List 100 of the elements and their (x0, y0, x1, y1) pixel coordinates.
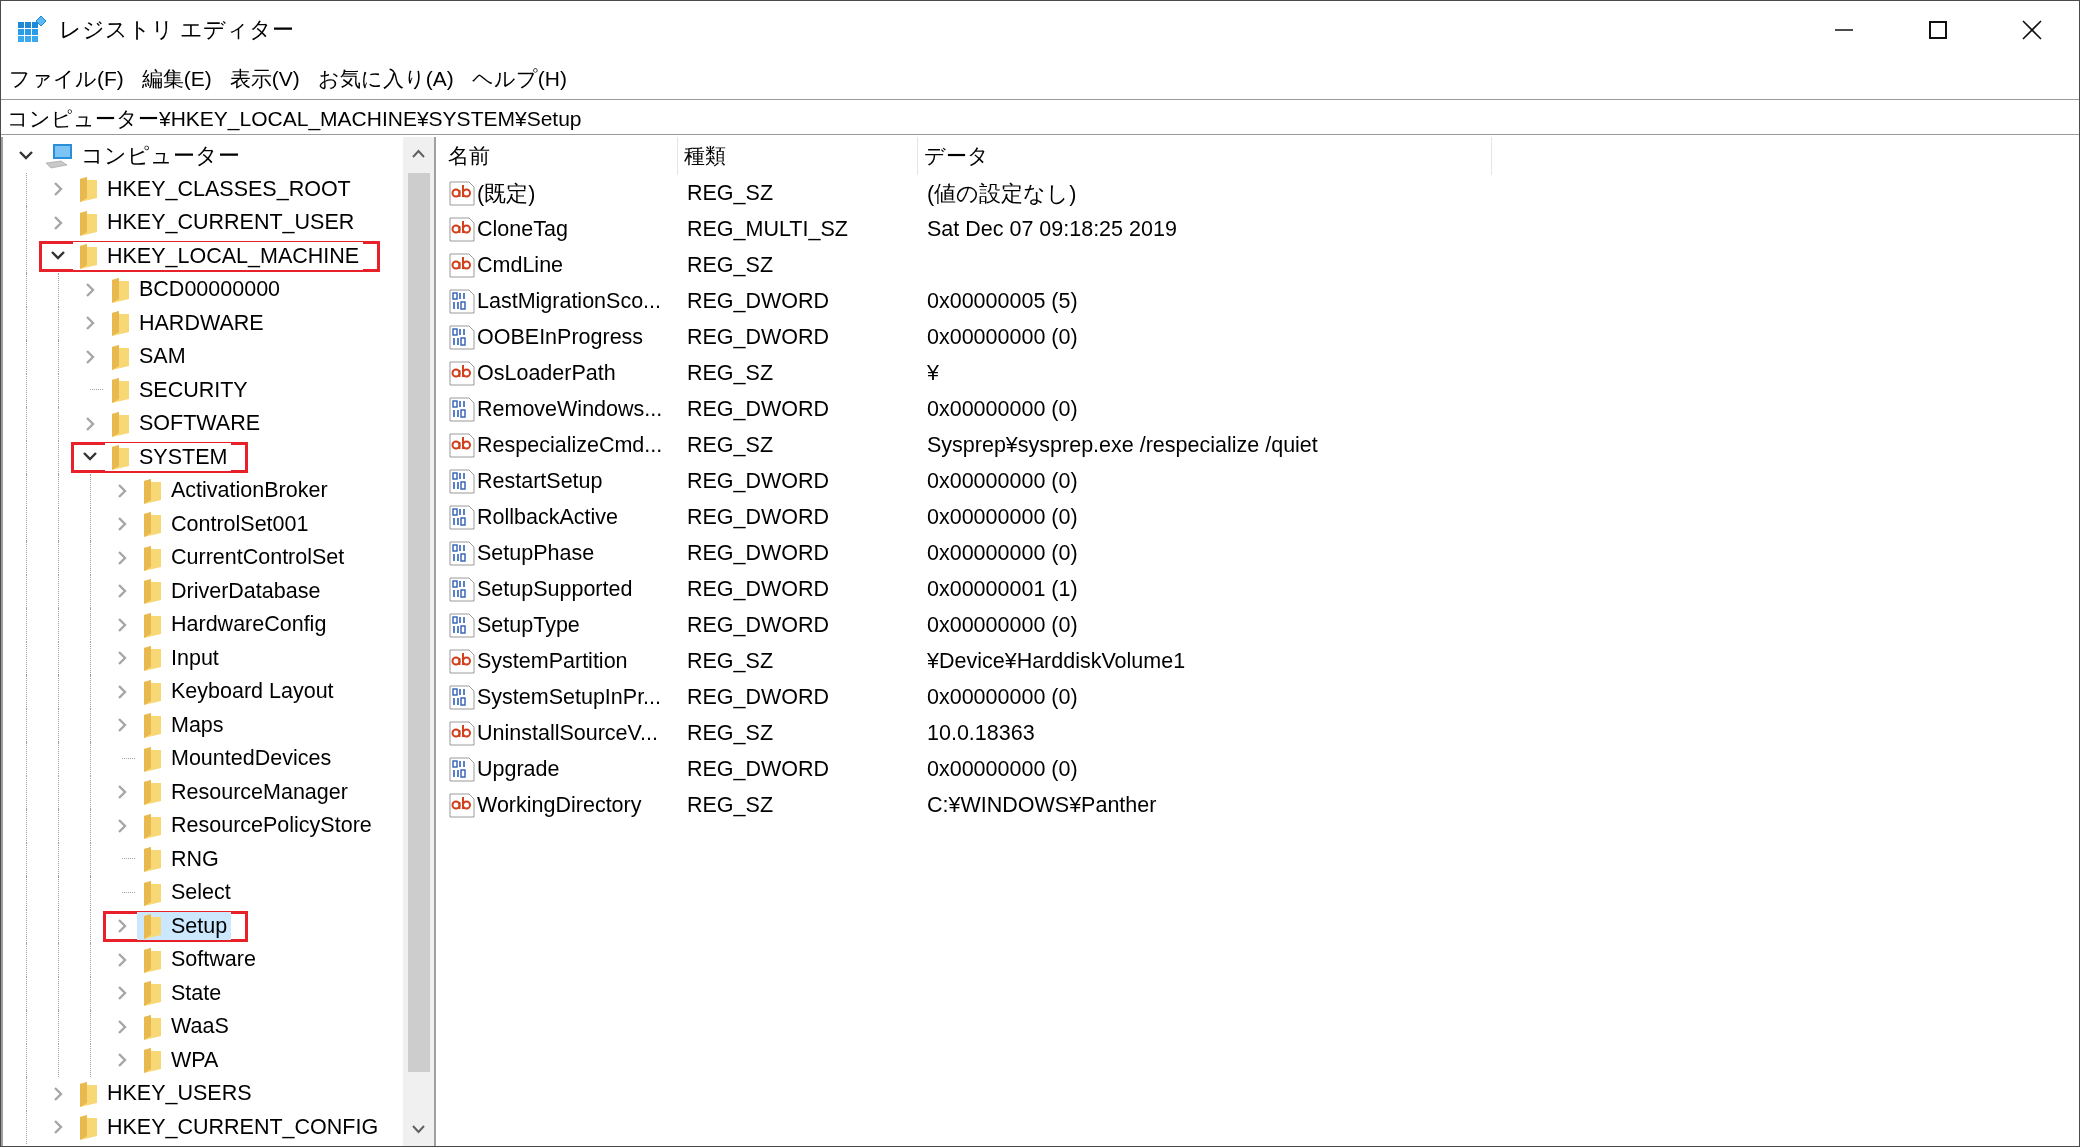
folder-icon (141, 577, 163, 606)
value-type: REG_DWORD (686, 576, 831, 602)
menu-item[interactable]: ファイル(F) (7, 63, 126, 95)
folder-icon (141, 711, 163, 740)
folder-icon (77, 1113, 99, 1142)
value-name[interactable]: CmdLine (477, 252, 564, 278)
tree-item[interactable]: Setup (137, 912, 232, 941)
value-name[interactable]: RollbackActive (477, 504, 618, 530)
value-data: ¥Device¥HarddiskVolume1 (926, 648, 1187, 674)
tree-item[interactable]: SYSTEM (105, 443, 232, 472)
value-type: REG_DWORD (686, 540, 831, 566)
value-data: 0x00000000 (0) (926, 396, 1079, 422)
value-data: 0x00000000 (0) (926, 540, 1079, 566)
value-type: REG_DWORD (686, 468, 831, 494)
string-value-icon (448, 791, 476, 819)
string-value-icon (448, 215, 476, 243)
binary-value-icon (448, 287, 476, 315)
string-value-icon (448, 431, 476, 459)
value-type: REG_DWORD (686, 756, 831, 782)
value-data: C:¥WINDOWS¥Panther (926, 792, 1158, 818)
folder-icon (109, 275, 131, 304)
menu-item[interactable]: ヘルプ(H) (469, 63, 569, 95)
column-header[interactable]: データ (918, 137, 1492, 175)
value-type: REG_DWORD (686, 684, 831, 710)
value-data: 0x00000000 (0) (926, 684, 1079, 710)
folder-icon (141, 543, 163, 572)
folder-icon (141, 778, 163, 807)
value-type: REG_DWORD (686, 288, 831, 314)
folder-icon (141, 979, 163, 1008)
value-data: Sysprep¥sysprep.exe /respecialize /quiet (926, 432, 1319, 458)
column-header[interactable]: 名前 (442, 137, 678, 175)
value-name[interactable]: OOBEInProgress (477, 324, 644, 350)
value-data: (値の設定なし) (926, 180, 1078, 208)
folder-icon (77, 1079, 99, 1108)
menu-item[interactable]: お気に入り(A) (315, 63, 456, 95)
string-value-icon (448, 179, 476, 207)
value-name[interactable]: Upgrade (477, 756, 560, 782)
address-field[interactable]: コンピューター¥HKEY_LOCAL_MACHINE¥SYSTEM¥Setup (1, 99, 2079, 135)
value-name[interactable]: RespecializeCmd... (477, 432, 663, 458)
folder-icon (109, 309, 131, 338)
value-name[interactable]: RestartSetup (477, 468, 603, 494)
folder-icon (109, 376, 131, 405)
folder-icon (141, 878, 163, 907)
folder-icon (141, 744, 163, 773)
column-header[interactable]: 種類 (678, 137, 918, 175)
value-name[interactable]: RemoveWindows... (477, 396, 663, 422)
value-type: REG_SZ (686, 180, 775, 206)
folder-icon (141, 1012, 163, 1041)
binary-value-icon (448, 611, 476, 639)
folder-icon (141, 945, 163, 974)
value-data: 0x00000001 (1) (926, 576, 1079, 602)
value-data: 0x00000000 (0) (926, 504, 1079, 530)
value-name[interactable]: SetupSupported (477, 576, 633, 602)
binary-value-icon (448, 467, 476, 495)
scrollbar-thumb[interactable] (407, 173, 430, 1072)
value-type: REG_SZ (686, 720, 775, 746)
value-name[interactable]: LastMigrationSco... (477, 288, 662, 314)
value-name[interactable]: (既定) (477, 178, 536, 208)
maximize-icon (1928, 20, 1948, 40)
string-value-icon (448, 251, 476, 279)
string-value-icon (448, 359, 476, 387)
folder-icon (141, 677, 163, 706)
value-name[interactable]: CloneTag (477, 216, 568, 242)
folder-icon (141, 476, 163, 505)
menu-item[interactable]: 編集(E) (139, 63, 214, 95)
value-type: REG_SZ (686, 648, 775, 674)
value-type: REG_DWORD (686, 324, 831, 350)
binary-value-icon (448, 503, 476, 531)
value-type: REG_SZ (686, 360, 775, 386)
string-value-icon (448, 719, 476, 747)
binary-value-icon (448, 683, 476, 711)
folder-icon (141, 1046, 163, 1075)
binary-value-icon (448, 575, 476, 603)
folder-icon (77, 242, 99, 271)
scrollbar[interactable] (403, 137, 434, 1146)
value-data: 0x00000000 (0) (926, 468, 1079, 494)
value-type: REG_DWORD (686, 396, 831, 422)
value-name[interactable]: SystemPartition (477, 648, 628, 674)
value-data: 0x00000005 (5) (926, 288, 1079, 314)
folder-icon (141, 644, 163, 673)
value-name[interactable]: OsLoaderPath (477, 360, 616, 386)
value-type: REG_MULTI_SZ (686, 216, 849, 242)
value-data: 0x00000000 (0) (926, 324, 1079, 350)
folder-icon (77, 175, 99, 204)
folder-icon (141, 845, 163, 874)
value-name[interactable]: SetupType (477, 612, 580, 638)
value-name[interactable]: SystemSetupInPr... (477, 684, 662, 710)
value-name[interactable]: WorkingDirectory (477, 792, 642, 818)
menu-item[interactable]: 表示(V) (227, 63, 302, 95)
window-title: レジストリ エディター (59, 16, 295, 44)
tree-item[interactable]: HKEY_LOCAL_MACHINE (73, 242, 364, 271)
minimize-icon (1835, 29, 1853, 31)
folder-icon (141, 811, 163, 840)
value-data: 0x00000000 (0) (926, 756, 1079, 782)
binary-value-icon (448, 395, 476, 423)
binary-value-icon (448, 755, 476, 783)
value-name[interactable]: UninstallSourceV... (477, 720, 658, 746)
value-name[interactable]: SetupPhase (477, 540, 595, 566)
binary-value-icon (448, 323, 476, 351)
folder-icon (141, 912, 163, 941)
